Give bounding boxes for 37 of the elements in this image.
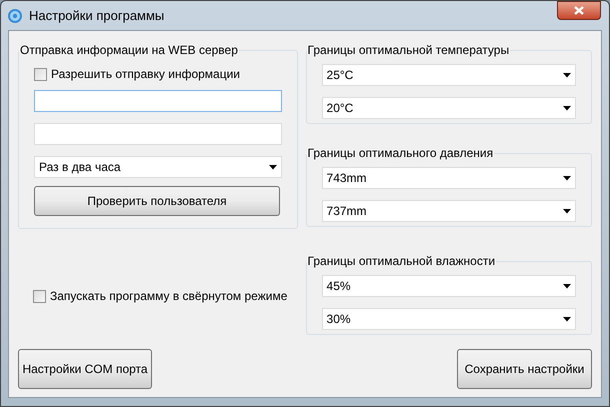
window-title: Настройки программы [29, 6, 164, 25]
dropdown-value: 743mm [326, 170, 367, 187]
dropdown[interactable]: 25°C [322, 64, 576, 86]
group-title: Границы оптимального давления [306, 145, 494, 162]
dropdown[interactable]: 30% [322, 308, 576, 330]
dropdown-value: 20°C [326, 100, 354, 117]
checkbox[interactable] [34, 68, 47, 80]
checkbox-label: Запускать программу в свёрнутом режиме [50, 288, 288, 305]
com-port-settings-button[interactable]: Настройки COM порта [18, 349, 152, 389]
dropdown[interactable]: 45% [322, 275, 576, 297]
dropdown[interactable]: 743mm [322, 167, 576, 189]
caret-icon [268, 164, 277, 170]
caret-icon [563, 106, 571, 110]
caret-icon [563, 208, 571, 214]
dropdown-value: Раз в два часа [39, 159, 121, 176]
caret-icon [563, 72, 571, 78]
checkbox[interactable] [33, 290, 46, 302]
close-icon [574, 6, 584, 15]
dropdown-value: 45% [326, 278, 351, 295]
input-field[interactable] [34, 90, 282, 112]
save-settings-button[interactable]: Сохранить настройки [457, 349, 592, 389]
dropdown-value: 30% [326, 311, 351, 328]
check-user-button[interactable]: Проверить пользователя [34, 186, 280, 216]
input-field[interactable] [34, 123, 282, 145]
group-title: Отправка информации на WEB сервер [19, 42, 239, 59]
dropdown-value: 737mm [326, 203, 367, 220]
caret-icon [563, 284, 571, 288]
group-title: Границы оптимальной температуры [306, 42, 510, 59]
caret-icon [563, 316, 571, 322]
checkbox-label: Разрешить отправку информации [51, 66, 240, 83]
caret-icon [563, 176, 571, 180]
dropdown[interactable]: Раз в два часа [34, 156, 282, 178]
group-title: Границы оптимальной влажности [306, 253, 496, 270]
close-button[interactable] [557, 1, 601, 20]
dropdown[interactable]: 20°C [322, 97, 576, 119]
dropdown-value: 25°C [326, 67, 354, 84]
dropdown[interactable]: 737mm [322, 200, 576, 222]
